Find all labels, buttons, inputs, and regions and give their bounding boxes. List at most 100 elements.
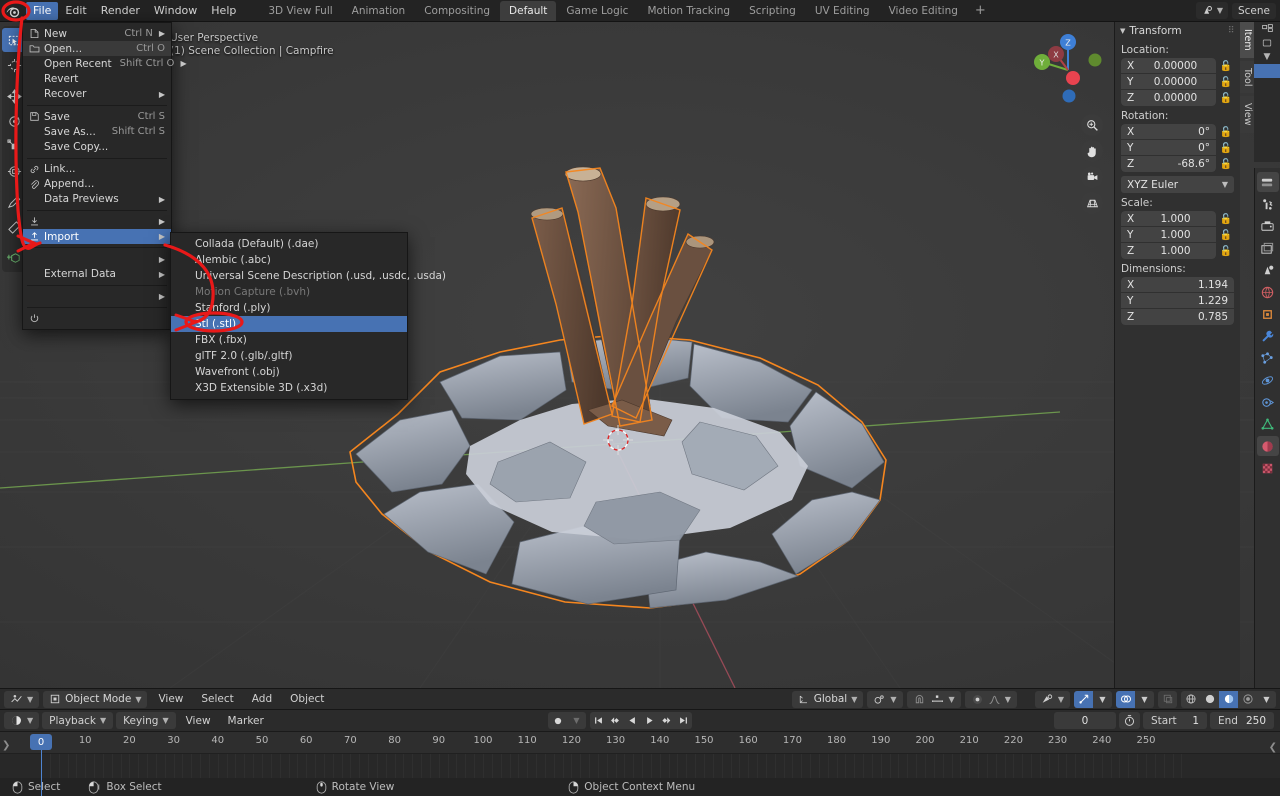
outliner-icon-row[interactable] [1254,22,1280,36]
scale-z-field[interactable]: Z1.000 [1121,243,1216,259]
constraint-properties-tab[interactable] [1257,392,1279,412]
zoom-icon[interactable] [1081,114,1103,136]
rotation-y-field[interactable]: Y0° [1121,140,1216,156]
timeline-menu-marker[interactable]: Marker [221,713,271,729]
viewport-shading-group[interactable]: ▼ [1181,691,1276,708]
workspace-tab-default[interactable]: Default [500,1,556,21]
object-visibility-selector[interactable]: ▼ [1035,691,1070,708]
menu-item-save[interactable]: Save Ctrl S [23,109,171,124]
sidebar-tab-tool[interactable]: Tool [1240,61,1254,93]
dimensions-fields[interactable]: X1.194 Y1.229 Z0.785 [1121,277,1234,325]
export-collada[interactable]: Collada (Default) (.dae) [171,236,407,252]
timeline-scroll-right-icon[interactable]: ❮ [1269,742,1277,753]
workspace-tab-motion-tracking[interactable]: Motion Tracking [638,1,739,21]
unlocked-padlock-icon[interactable]: 🔓 [1218,124,1234,140]
camera-view-icon[interactable] [1081,166,1103,188]
chevron-down-icon[interactable]: ▼ [567,712,586,729]
add-workspace-button[interactable]: + [968,1,993,20]
menu-item-data-previews[interactable]: Data Previews ▶ [23,192,171,207]
proportional-editing-controls[interactable]: ▼ [965,691,1017,708]
viewport-menu-object[interactable]: Object [283,691,331,707]
workspace-tab-scripting[interactable]: Scripting [740,1,805,21]
sidebar-tab-item[interactable]: Item [1240,22,1254,58]
scene-name-field[interactable]: Scene [1232,3,1276,19]
menu-item-revert[interactable]: Revert [23,72,171,87]
overlays-icon[interactable] [1116,691,1135,708]
timeline-editor-type-selector[interactable]: ▼ [4,712,39,729]
location-y-field[interactable]: Y0.00000 [1121,74,1216,90]
rotation-mode-dropdown[interactable]: XYZ Euler ▼ [1121,176,1234,193]
unlocked-padlock-icon[interactable]: 🔓 [1218,58,1234,74]
gizmo-toggle-group[interactable]: ▼ [1074,691,1112,708]
texture-properties-tab[interactable] [1257,458,1279,478]
transform-panel-header[interactable]: ▼ Transform ⠿ [1115,22,1240,40]
viewport-menu-add[interactable]: Add [245,691,279,707]
pan-hand-icon[interactable] [1081,140,1103,162]
timeline-scroll-left-icon[interactable]: ❯ [2,740,10,751]
unlocked-padlock-icon[interactable]: 🔓 [1218,140,1234,156]
viewport-menu-select[interactable]: Select [194,691,240,707]
export-fbx[interactable]: FBX (.fbx) [171,332,407,348]
toggle-ortho-icon[interactable] [1081,192,1103,214]
unlocked-padlock-icon[interactable]: 🔓 [1218,243,1234,259]
viewport-menu-view[interactable]: View [151,691,190,707]
menu-window[interactable]: Window [147,2,204,20]
timeline-menu-keying[interactable]: Keying▼ [116,712,175,729]
jump-to-start-icon[interactable] [590,712,607,729]
blender-logo-icon[interactable] [0,0,26,22]
jump-to-next-keyframe-icon[interactable] [658,712,675,729]
material-preview-shading-icon[interactable] [1219,691,1238,708]
location-fields[interactable]: X0.00000 Y0.00000 Z0.00000 🔓 🔓 🔓 [1121,58,1234,106]
location-z-field[interactable]: Z0.00000 [1121,90,1216,106]
view-orientation-gizmo[interactable]: Z Y X [1028,30,1108,110]
menu-item-open-recent[interactable]: Open Recent Shift Ctrl O ▶ [23,56,171,71]
properties-editor-tabs[interactable] [1254,168,1280,688]
menu-item-export[interactable]: Import ▶ [23,229,171,244]
scene-browse-button[interactable]: ▼ [1196,2,1228,19]
timeline-playhead[interactable]: 0 [30,734,52,750]
editor-type-selector[interactable]: ▼ [4,691,39,708]
menu-item-external-data[interactable]: ▶ [23,251,171,266]
play-icon[interactable] [641,712,658,729]
solid-shading-icon[interactable] [1200,691,1219,708]
physics-properties-tab[interactable] [1257,370,1279,390]
export-wavefront-obj[interactable]: Wavefront (.obj) [171,364,407,380]
outliner-row[interactable] [1254,106,1280,120]
snapping-controls[interactable]: ▼ [907,691,961,708]
play-reverse-icon[interactable] [624,712,641,729]
export-alembic[interactable]: Alembic (.abc) [171,252,407,268]
menu-file[interactable]: File [26,2,58,20]
start-frame-field[interactable]: Start 1 [1143,712,1207,729]
sidebar-vertical-tabs[interactable]: Item Tool View [1240,22,1254,136]
workspace-tab-uv-editing[interactable]: UV Editing [806,1,879,21]
export-stl[interactable]: Stl (.stl) [171,316,407,332]
view-layer-properties-tab[interactable] [1257,238,1279,258]
current-frame-field[interactable]: 0 [1054,712,1116,729]
workspace-tabs[interactable]: 3D View Full Animation Compositing Defau… [259,1,992,21]
outliner-scene-row[interactable] [1254,36,1280,50]
rendered-shading-icon[interactable] [1238,691,1257,708]
file-menu-dropdown[interactable]: New Ctrl N ▶ Open... Ctrl O Open Recent … [22,22,172,330]
xray-toggle-group[interactable] [1158,691,1177,708]
auto-keying-record-icon[interactable] [548,712,567,729]
tool-properties-tab[interactable] [1257,172,1279,192]
menu-edit[interactable]: Edit [58,2,93,20]
scale-fields[interactable]: X1.000 Y1.000 Z1.000 🔓 🔓 🔓 [1121,211,1234,259]
jump-to-prev-keyframe-icon[interactable] [607,712,624,729]
gizmo-icon[interactable] [1074,691,1093,708]
scale-x-field[interactable]: X1.000 [1121,211,1216,227]
pivot-point-selector[interactable]: ▼ [867,691,902,708]
drag-grip-icon[interactable]: ⠿ [1228,26,1235,36]
wireframe-shading-icon[interactable] [1181,691,1200,708]
workspace-tab-game-logic[interactable]: Game Logic [557,1,637,21]
export-x3d[interactable]: X3D Extensible 3D (.x3d) [171,380,407,396]
unlocked-padlock-icon[interactable]: 🔓 [1218,211,1234,227]
menu-item-append[interactable]: Append... [23,177,171,192]
top-bar[interactable]: File Edit Render Window Help 3D View Ful… [0,0,1280,22]
menu-item-save-as[interactable]: Save As... Shift Ctrl S [23,124,171,139]
outliner-row[interactable] [1254,78,1280,92]
unlocked-padlock-icon[interactable]: 🔓 [1218,156,1234,172]
workspace-tab-animation[interactable]: Animation [343,1,415,21]
sidebar-tab-view[interactable]: View [1240,96,1254,133]
scene-properties-tab[interactable] [1257,260,1279,280]
